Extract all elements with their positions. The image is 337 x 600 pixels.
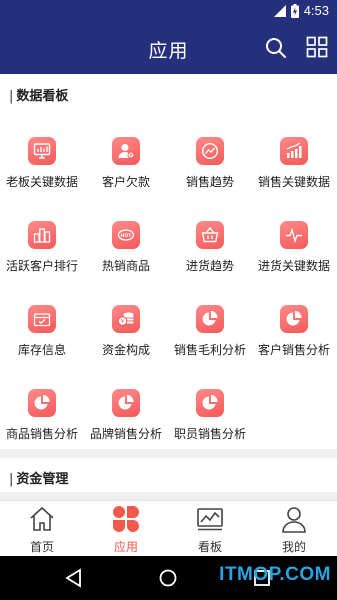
status-icons: 4:53: [273, 3, 329, 18]
watermark: ITMOP.COM: [219, 564, 331, 585]
app-label: 商品销售分析: [5, 427, 78, 441]
svg-text:¥: ¥: [129, 153, 132, 159]
pie-icon: [196, 305, 224, 333]
nav-label: 看板: [197, 540, 222, 554]
signal-icon: [273, 4, 286, 17]
app-fund-composition[interactable]: ¥ 资金构成: [84, 305, 168, 373]
section-data-dashboard: 数据看板: [0, 74, 337, 110]
section-divider: [0, 492, 337, 500]
grid-menu-button[interactable]: [306, 36, 330, 60]
app-label: 销售毛利分析: [173, 343, 246, 357]
app-purchase-trend[interactable]: 进货趋势: [168, 221, 252, 289]
app-boss-key-data[interactable]: 老板关键数据: [0, 137, 84, 205]
nav-label: 首页: [29, 540, 54, 554]
app-label: 销售关键数据: [257, 175, 330, 189]
coins-icon: ¥: [112, 305, 140, 333]
back-icon[interactable]: [64, 568, 84, 588]
app-sales-key-data[interactable]: 销售关键数据: [252, 137, 336, 205]
search-button[interactable]: [264, 36, 288, 60]
nav-label: 应用: [113, 540, 138, 554]
trend-icon: [196, 137, 224, 165]
app-label: 进货关键数据: [257, 259, 330, 273]
app-label: 客户欠款: [101, 175, 150, 189]
app-label: 客户销售分析: [257, 343, 330, 357]
svg-text:¥: ¥: [121, 319, 125, 325]
nav-mine[interactable]: 我的: [252, 501, 336, 557]
monitor-chart-icon: [28, 137, 56, 165]
bottom-nav: 首页 应用 看板 我的: [0, 500, 337, 556]
svg-text:HOT: HOT: [121, 233, 133, 239]
app-label: 老板关键数据: [5, 175, 78, 189]
user-debt-icon: ¥: [112, 137, 140, 165]
nav-apps[interactable]: 应用: [84, 501, 168, 557]
app-active-customer-ranking[interactable]: 活跃客户排行: [0, 221, 84, 289]
section-title: 数据看板: [9, 85, 68, 104]
pie-icon: [196, 389, 224, 417]
app-customer-sales[interactable]: 客户销售分析: [252, 305, 336, 373]
app-label: 销售趋势: [185, 175, 234, 189]
home-icon: [30, 506, 54, 531]
app-hot-products[interactable]: HOT 热销商品: [84, 221, 168, 289]
home-circle-icon[interactable]: [158, 568, 178, 588]
app-staff-sales[interactable]: 职员销售分析: [168, 389, 252, 457]
section-fund-management: 资金管理: [0, 458, 337, 492]
app-label: 热销商品: [101, 259, 150, 273]
app-label: 进货趋势: [185, 259, 234, 273]
app-sales-trend[interactable]: 销售趋势: [168, 137, 252, 205]
status-bar: 4:53: [0, 0, 337, 24]
person-icon: [282, 507, 306, 533]
section-title: 资金管理: [9, 468, 68, 487]
nav-dashboard[interactable]: 看板: [168, 501, 252, 557]
battery-icon: [290, 3, 299, 18]
system-nav-bar: ITMOP.COM: [0, 556, 337, 600]
app-label: 活跃客户排行: [5, 259, 78, 273]
app-inventory-info[interactable]: 库存信息: [0, 305, 84, 373]
clock: 4:53: [303, 3, 329, 18]
hot-tag-icon: HOT: [112, 221, 140, 249]
inventory-icon: [28, 305, 56, 333]
ranking-icon: [28, 221, 56, 249]
basket-icon: [196, 221, 224, 249]
nav-label: 我的: [281, 540, 306, 554]
search-icon: [266, 38, 286, 58]
pie-icon: [112, 389, 140, 417]
app-sales-gross-profit[interactable]: 销售毛利分析: [168, 305, 252, 373]
app-product-sales[interactable]: 商品销售分析: [0, 389, 84, 457]
app-bar: 应用: [0, 24, 337, 74]
section-divider: [0, 449, 337, 458]
pulse-icon: [280, 221, 308, 249]
app-customer-debt[interactable]: ¥ 客户欠款: [84, 137, 168, 205]
nav-home[interactable]: 首页: [0, 501, 84, 557]
grid-icon: [306, 36, 328, 58]
app-brand-sales[interactable]: 品牌销售分析: [84, 389, 168, 457]
pie-icon: [280, 305, 308, 333]
pie-icon: [28, 389, 56, 417]
app-label: 库存信息: [17, 343, 66, 357]
app-label: 品牌销售分析: [89, 427, 162, 441]
bar-trend-icon: [280, 137, 308, 165]
app-purchase-key-data[interactable]: 进货关键数据: [252, 221, 336, 289]
apps-flower-icon: [113, 506, 139, 532]
app-label: 职员销售分析: [173, 427, 246, 441]
dashboard-icon: [197, 508, 223, 531]
app-label: 资金构成: [101, 343, 150, 357]
